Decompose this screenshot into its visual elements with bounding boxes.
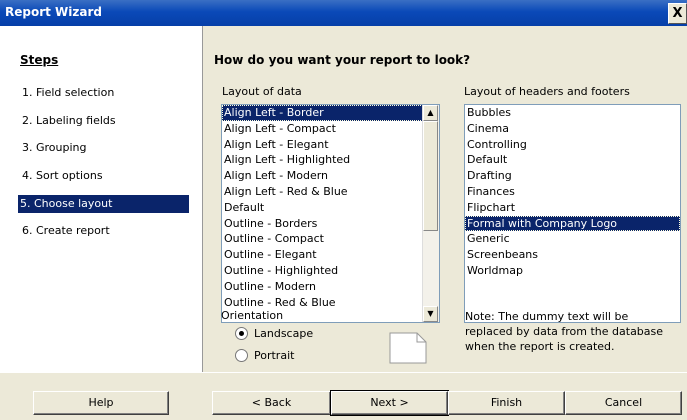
portrait-radio[interactable] <box>235 349 248 362</box>
step-labeling-fields[interactable]: 2. Labeling fields <box>20 112 191 130</box>
layout-data-item[interactable]: Align Left - Elegant <box>222 137 439 153</box>
layout-data-item[interactable]: Default <box>222 200 439 216</box>
window-title: Report Wizard <box>5 5 102 19</box>
button-bar: Help < Back Next > Finish Cancel <box>0 372 687 420</box>
landscape-option[interactable]: Landscape <box>235 327 313 340</box>
close-button[interactable]: X <box>668 3 687 24</box>
step-create-report[interactable]: 6. Create report <box>20 222 191 240</box>
layout-headers-item[interactable]: Screenbeans <box>465 247 680 263</box>
layout-data-item[interactable]: Outline - Red & Blue <box>222 295 439 311</box>
back-button[interactable]: < Back <box>212 391 331 415</box>
portrait-option[interactable]: Portrait <box>235 349 294 362</box>
note-text: Note: The dummy text will be replaced by… <box>465 310 664 353</box>
layout-data-item[interactable]: Outline - Compact <box>222 231 439 247</box>
layout-headers-item[interactable]: Controlling <box>465 137 680 153</box>
step-sort-options[interactable]: 4. Sort options <box>20 167 191 185</box>
step-field-selection[interactable]: 1. Field selection <box>20 84 191 102</box>
layout-data-item[interactable]: Outline - Highlighted <box>222 263 439 279</box>
scroll-up-icon[interactable]: ▲ <box>423 105 438 121</box>
layout-headers-item[interactable]: Formal with Company Logo <box>465 215 680 232</box>
layout-data-items: Align Left - Border Align Left - Compact A… <box>222 105 439 310</box>
layout-data-item[interactable]: Outline - Elegant <box>222 247 439 263</box>
layout-data-item[interactable]: Align Left - Compact <box>222 121 439 137</box>
layout-headers-item[interactable]: Default <box>465 152 680 168</box>
layout-headers-items: Bubbles Cinema Controlling Default Drafting F… <box>465 105 680 279</box>
scroll-down-icon[interactable]: ▼ <box>423 306 438 322</box>
layout-data-item[interactable]: Outline - Modern <box>222 279 439 295</box>
orientation-label: Orientation <box>221 309 284 322</box>
layout-headers-item[interactable]: Worldmap <box>465 263 680 279</box>
cancel-button[interactable]: Cancel <box>565 391 682 415</box>
step-choose-layout[interactable]: 5. Choose layout <box>18 195 189 213</box>
help-button[interactable]: Help <box>33 391 169 415</box>
landscape-label: Landscape <box>254 327 314 340</box>
next-button[interactable]: Next > <box>330 390 449 416</box>
landscape-radio[interactable] <box>235 327 248 340</box>
page-question: How do you want your report to look? <box>214 53 471 67</box>
layout-data-scrollbar[interactable]: ▲ ▼ <box>422 105 439 322</box>
scrollbar-thumb[interactable] <box>423 121 438 231</box>
layout-data-item[interactable]: Align Left - Highlighted <box>222 152 439 168</box>
content-area: How do you want your report to look? Lay… <box>203 26 687 372</box>
layout-headers-item[interactable]: Finances <box>465 184 680 200</box>
layout-headers-label: Layout of headers and footers <box>464 85 630 98</box>
layout-data-item[interactable]: Align Left - Red & Blue <box>222 184 439 200</box>
layout-headers-item[interactable]: Drafting <box>465 168 680 184</box>
portrait-label: Portrait <box>254 349 295 362</box>
layout-headers-item[interactable]: Generic <box>465 231 680 247</box>
layout-headers-listbox[interactable]: Bubbles Cinema Controlling Default Drafting F… <box>464 104 681 323</box>
title-bar: Report Wizard X <box>0 0 687 26</box>
step-grouping[interactable]: 3. Grouping <box>20 139 191 157</box>
layout-headers-item[interactable]: Cinema <box>465 121 680 137</box>
layout-headers-item[interactable]: Flipchart <box>465 200 680 216</box>
layout-data-item[interactable]: Align Left - Modern <box>222 168 439 184</box>
layout-headers-item[interactable]: Bubbles <box>465 105 680 121</box>
layout-data-item[interactable]: Outline - Borders <box>222 216 439 232</box>
landscape-page-icon <box>389 332 427 364</box>
finish-button[interactable]: Finish <box>448 391 565 415</box>
layout-data-listbox[interactable]: Align Left - Border Align Left - Compact A… <box>221 104 440 323</box>
layout-data-label: Layout of data <box>222 85 302 98</box>
steps-heading: Steps <box>20 53 59 67</box>
steps-pane: Steps 1. Field selection 2. Labeling fie… <box>0 26 203 372</box>
layout-data-item[interactable]: Align Left - Border <box>222 105 439 121</box>
